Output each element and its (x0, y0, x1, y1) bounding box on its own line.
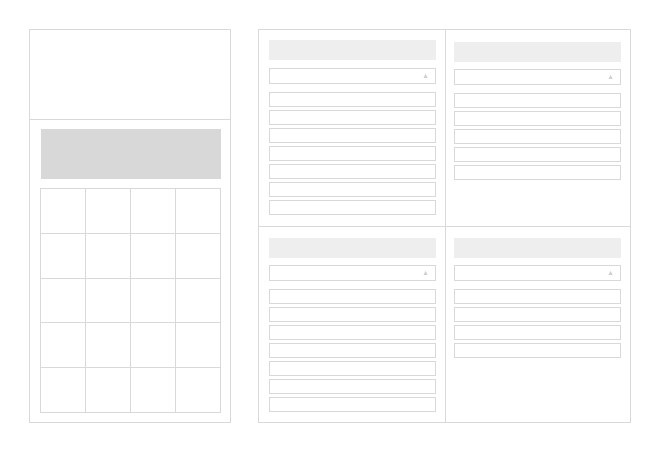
calculator-key[interactable] (176, 233, 221, 279)
calculator-key[interactable] (176, 278, 221, 324)
list-item[interactable] (454, 343, 621, 358)
card-header (454, 42, 621, 62)
calculator-key[interactable] (131, 323, 176, 369)
list-item[interactable] (269, 92, 436, 107)
calculator-key[interactable] (41, 233, 86, 279)
calculator-key[interactable] (131, 189, 176, 234)
list-item[interactable] (454, 307, 621, 322)
calculator-key[interactable] (86, 278, 131, 324)
list-item[interactable] (269, 325, 436, 340)
list-item[interactable] (269, 164, 436, 179)
calculator-key[interactable] (41, 189, 86, 234)
list-item[interactable] (454, 289, 621, 304)
calculator-display (41, 129, 221, 179)
list-item[interactable] (269, 200, 436, 215)
list-item[interactable] (269, 361, 436, 376)
triangle-up-icon: ▲ (422, 73, 429, 80)
card-header (454, 238, 621, 258)
list-item[interactable] (269, 128, 436, 143)
card-header (269, 238, 436, 258)
calculator-key[interactable] (41, 368, 86, 413)
card-dropdown[interactable]: ▲ (454, 69, 621, 85)
list-item[interactable] (269, 182, 436, 197)
triangle-up-icon: ▲ (607, 74, 614, 81)
calculator-key[interactable] (131, 233, 176, 279)
card-header (269, 40, 436, 60)
calculator-key[interactable] (86, 233, 131, 279)
cards-panel: ▲ ▲ ▲ ▲ (258, 29, 631, 423)
list-item[interactable] (269, 289, 436, 304)
list-item[interactable] (454, 147, 621, 162)
calculator-key[interactable] (86, 368, 131, 413)
card-top-right: ▲ (454, 42, 621, 183)
calculator-key[interactable] (131, 368, 176, 413)
list-item[interactable] (269, 343, 436, 358)
list-item[interactable] (269, 110, 436, 125)
list-item[interactable] (454, 165, 621, 180)
calculator-key[interactable] (176, 189, 221, 234)
card-list (454, 289, 621, 358)
calculator-panel (29, 29, 231, 423)
calculator-key[interactable] (131, 278, 176, 324)
card-dropdown[interactable]: ▲ (269, 68, 436, 84)
card-dropdown[interactable]: ▲ (454, 265, 621, 281)
calculator-key[interactable] (176, 368, 221, 413)
card-list (269, 289, 436, 412)
card-list (269, 92, 436, 215)
list-item[interactable] (269, 379, 436, 394)
list-item[interactable] (454, 93, 621, 108)
horizontal-divider (259, 226, 630, 227)
list-item[interactable] (269, 397, 436, 412)
calculator-key[interactable] (41, 278, 86, 324)
triangle-up-icon: ▲ (607, 270, 614, 277)
calculator-key[interactable] (86, 189, 131, 234)
calculator-key[interactable] (176, 323, 221, 369)
triangle-up-icon: ▲ (422, 270, 429, 277)
calculator-keypad (40, 188, 221, 413)
card-bottom-left: ▲ (269, 238, 436, 415)
list-item[interactable] (269, 307, 436, 322)
card-top-left: ▲ (269, 40, 436, 218)
list-item[interactable] (454, 325, 621, 340)
calculator-top-area (30, 30, 230, 120)
list-item[interactable] (269, 146, 436, 161)
list-item[interactable] (454, 129, 621, 144)
card-dropdown[interactable]: ▲ (269, 265, 436, 281)
calculator-key[interactable] (86, 323, 131, 369)
calculator-key[interactable] (41, 323, 86, 369)
card-bottom-right: ▲ (454, 238, 621, 361)
list-item[interactable] (454, 111, 621, 126)
card-list (454, 93, 621, 180)
